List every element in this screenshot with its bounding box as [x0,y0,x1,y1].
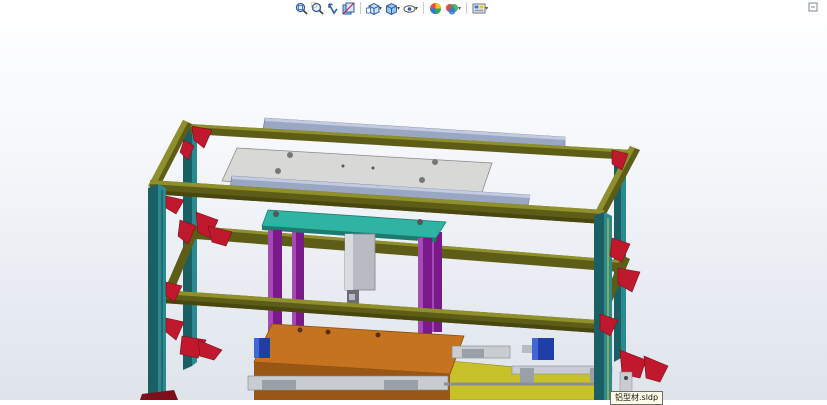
graphics-area[interactable] [0,0,827,400]
frame-front-upright-right[interactable] [594,212,612,400]
cylinder[interactable] [344,233,376,304]
component-tooltip: 铝型材.sldp [610,391,664,405]
linear-guide-right[interactable] [451,345,511,359]
blue-actuator-left[interactable] [254,338,270,358]
frame-rail-front-lower[interactable] [162,290,598,333]
blue-actuator-right[interactable] [522,338,554,360]
linear-guide-left[interactable] [247,375,449,391]
frame-front-upright-left[interactable] [148,184,166,398]
guide-post-back-left[interactable] [292,228,304,334]
